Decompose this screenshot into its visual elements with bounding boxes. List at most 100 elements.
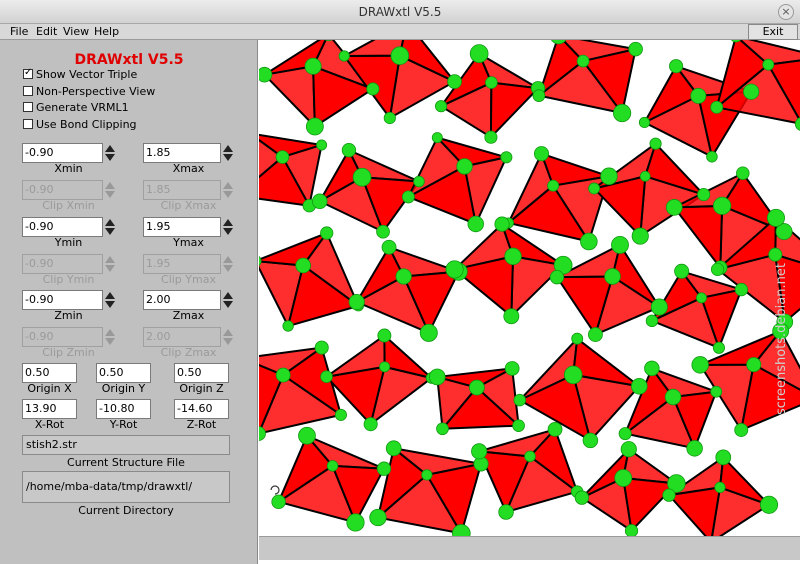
atom-sphere bbox=[582, 432, 599, 449]
option-generate-vrml1[interactable]: Generate VRML1 bbox=[23, 101, 129, 115]
spin-down-icon[interactable] bbox=[223, 301, 233, 308]
generate-vrml1-checkbox[interactable] bbox=[23, 102, 33, 112]
octahedron bbox=[478, 428, 579, 514]
xmax-spinner[interactable] bbox=[222, 143, 234, 163]
zmax-spinner[interactable] bbox=[222, 290, 234, 310]
show-vector-triple-checkbox[interactable]: ✓ bbox=[23, 67, 33, 79]
atom-sphere bbox=[346, 513, 365, 532]
atom-sphere bbox=[275, 367, 291, 383]
atom-sphere bbox=[369, 508, 387, 527]
origin-x-input[interactable]: 0.50 bbox=[22, 363, 77, 383]
clip-ymax-input: 1.95 bbox=[143, 254, 221, 274]
zmin-spinner[interactable] bbox=[104, 290, 116, 310]
clip-ymax-spinner bbox=[222, 254, 234, 274]
atom-sphere bbox=[612, 103, 632, 123]
option-show-vector-triple[interactable]: ✓ Show Vector Triple bbox=[23, 67, 137, 82]
spin-up-icon[interactable] bbox=[223, 292, 233, 299]
octahedron bbox=[555, 243, 661, 336]
watermark: screenshots.debian.net bbox=[774, 263, 789, 415]
atom-sphere bbox=[413, 175, 425, 188]
atom-sphere bbox=[710, 262, 725, 276]
atom-sphere bbox=[620, 441, 637, 458]
x-rot-input[interactable]: 13.90 bbox=[22, 399, 77, 419]
structure-viewport[interactable] bbox=[259, 40, 800, 536]
atom-sphere bbox=[320, 370, 333, 384]
spin-down-icon[interactable] bbox=[105, 154, 115, 161]
ymax-spinner[interactable] bbox=[222, 217, 234, 237]
menu-help[interactable]: Help bbox=[94, 25, 119, 39]
atom-sphere bbox=[574, 490, 589, 505]
atom-sphere bbox=[436, 422, 449, 436]
atom-sphere bbox=[588, 182, 601, 195]
atom-sphere bbox=[549, 269, 565, 285]
atom-sphere bbox=[630, 377, 648, 395]
atom-sphere bbox=[504, 247, 522, 266]
spin-up-icon[interactable] bbox=[223, 145, 233, 152]
zmax-input[interactable]: 2.00 bbox=[143, 290, 221, 310]
atom-sphere bbox=[334, 408, 347, 421]
menu-view[interactable]: View bbox=[63, 25, 89, 39]
xmax-input[interactable]: 1.85 bbox=[143, 143, 221, 163]
ymax-input[interactable]: 1.95 bbox=[143, 217, 221, 237]
crystal-structure-render[interactable] bbox=[259, 40, 800, 536]
spin-down-icon[interactable] bbox=[223, 154, 233, 161]
spin-up-icon[interactable] bbox=[105, 145, 115, 152]
spin-down-icon[interactable] bbox=[105, 228, 115, 235]
y-rot-input[interactable]: -10.80 bbox=[96, 399, 151, 419]
atom-sphere bbox=[644, 360, 660, 377]
zmin-input[interactable]: -0.90 bbox=[22, 290, 103, 310]
atom-sphere bbox=[312, 193, 328, 210]
non-perspective-view-checkbox[interactable] bbox=[23, 86, 33, 96]
octahedron bbox=[507, 152, 610, 243]
z-rot-input[interactable]: -14.60 bbox=[174, 399, 229, 419]
atom-sphere bbox=[435, 100, 448, 113]
option-non-perspective-view[interactable]: Non-Perspective View bbox=[23, 85, 155, 99]
spin-down-icon[interactable] bbox=[105, 301, 115, 308]
xmin-input[interactable]: -0.90 bbox=[22, 143, 103, 163]
atom-sphere bbox=[571, 332, 584, 345]
atom-sphere bbox=[628, 41, 643, 57]
atom-sphere bbox=[580, 232, 598, 251]
atom-sphere bbox=[377, 328, 392, 343]
use-bond-clipping-checkbox[interactable] bbox=[23, 119, 33, 129]
exit-button[interactable]: Exit bbox=[748, 24, 798, 40]
atom-sphere bbox=[471, 443, 488, 460]
spin-down-icon[interactable] bbox=[223, 228, 233, 235]
octahedron bbox=[277, 434, 385, 524]
origin-y-input[interactable]: 0.50 bbox=[96, 363, 151, 383]
atom-sphere bbox=[282, 320, 294, 332]
ymin-spinner[interactable] bbox=[104, 217, 116, 237]
menu-file[interactable]: File bbox=[10, 25, 28, 39]
atom-sphere bbox=[547, 421, 563, 437]
atom-sphere bbox=[664, 388, 682, 406]
atom-sphere bbox=[298, 426, 316, 445]
spin-up-icon[interactable] bbox=[105, 292, 115, 299]
directory-display: /home/mba-data/tmp/drawxtl/ bbox=[22, 471, 230, 503]
clip-ymin-input: -0.90 bbox=[22, 254, 103, 274]
atom-sphere bbox=[379, 361, 391, 373]
atom-sphere bbox=[674, 263, 690, 279]
spin-up-icon bbox=[223, 329, 233, 336]
atom-sphere bbox=[650, 298, 668, 316]
origin-z-input[interactable]: 0.50 bbox=[174, 363, 229, 383]
atom-sphere bbox=[697, 187, 711, 202]
app-title: DRAWxtl V5.5 bbox=[74, 52, 184, 68]
atom-sphere bbox=[338, 50, 350, 62]
option-use-bond-clipping[interactable]: Use Bond Clipping bbox=[23, 118, 137, 132]
atom-sphere bbox=[494, 216, 510, 232]
atom-sphere bbox=[467, 215, 484, 233]
window-title: DRAWxtl V5.5 bbox=[358, 5, 442, 19]
spin-up-icon[interactable] bbox=[223, 219, 233, 226]
ymin-input[interactable]: -0.90 bbox=[22, 217, 103, 237]
menu-edit[interactable]: Edit bbox=[36, 25, 57, 39]
window-close-icon[interactable]: × bbox=[778, 4, 794, 20]
atom-sphere bbox=[275, 150, 290, 164]
atom-sphere bbox=[326, 460, 339, 472]
spin-up-icon bbox=[105, 256, 115, 263]
atom-sphere bbox=[376, 224, 390, 239]
spin-up-icon[interactable] bbox=[105, 219, 115, 226]
atom-sphere bbox=[376, 461, 392, 476]
atom-sphere bbox=[524, 450, 536, 463]
atom-sphere bbox=[447, 74, 462, 89]
xmin-spinner[interactable] bbox=[104, 143, 116, 163]
